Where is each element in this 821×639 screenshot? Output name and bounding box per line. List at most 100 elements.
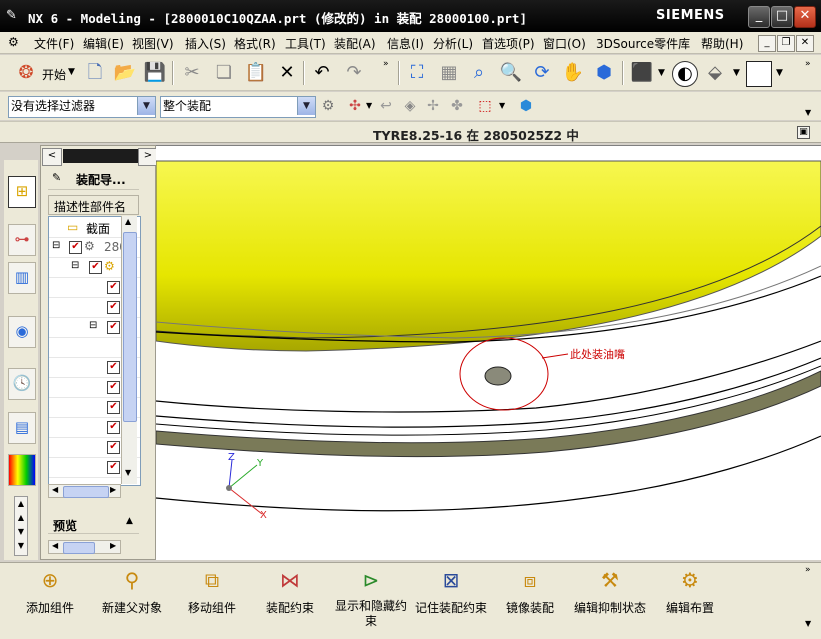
scroll-left-icon[interactable]: ◀ (52, 541, 58, 550)
history-icon[interactable]: 🕓 (8, 368, 36, 400)
menu-3dsource[interactable]: 3DSource零件库 (596, 35, 690, 52)
scroll-thumb[interactable] (123, 232, 137, 422)
reuse-library-icon[interactable]: ▥ (8, 262, 36, 294)
menu-file[interactable]: 文件(F) (34, 35, 74, 52)
copy-icon[interactable]: ❏ (212, 61, 236, 85)
chevron-down-icon[interactable]: ▼ (137, 97, 155, 115)
intersection-icon[interactable]: ✤ (445, 94, 469, 118)
menu-tools[interactable]: 工具(T) (285, 35, 326, 52)
color-dropdown-icon[interactable]: ▼ (776, 68, 783, 78)
background-icon[interactable]: ⬙ (703, 61, 727, 85)
checkbox-icon[interactable]: ✔ (69, 241, 82, 254)
snap-dropdown-icon[interactable]: ▼ (366, 101, 372, 110)
graphics-viewport[interactable]: 此处装油嘴 Y Z X (156, 145, 821, 560)
show-hide-constraints-button[interactable]: ⊳ 显示和隐藏约束 (333, 567, 409, 629)
model-view[interactable]: 此处装油嘴 Y Z X (156, 146, 821, 560)
part-navigator-icon[interactable]: ⊶ (8, 224, 36, 256)
menu-help[interactable]: 帮助(H) (701, 35, 743, 52)
chevron-down-icon[interactable]: ▼ (297, 97, 315, 115)
checkbox-icon[interactable]: ✔ (107, 401, 120, 414)
render-style-dropdown-icon[interactable]: ▼ (658, 68, 665, 78)
zoom-window-icon[interactable]: ▦ (437, 61, 461, 85)
preview-header[interactable]: 预览 ▲ (48, 514, 139, 534)
toolbar-overflow-icon[interactable]: » (805, 565, 811, 575)
start-dropdown-icon[interactable]: ▼ (68, 67, 75, 77)
select-features-icon[interactable]: ⚙ (316, 94, 340, 118)
app-menu-icon[interactable]: ⚙ (8, 35, 19, 49)
pan-icon[interactable]: ✋ (561, 61, 585, 85)
checkbox-icon[interactable]: ✔ (107, 441, 120, 454)
tree-horizontal-scrollbar[interactable]: ◀ ▶ (48, 484, 121, 498)
checkbox-icon[interactable]: ✔ (107, 301, 120, 314)
scroll-right-button[interactable]: > (138, 148, 158, 166)
point-rule-icon[interactable]: ✢ (421, 94, 445, 118)
scroll-right-icon[interactable]: ▶ (110, 485, 116, 494)
menu-view[interactable]: 视图(V) (132, 35, 174, 52)
mdi-close-button[interactable]: ✕ (796, 35, 814, 52)
maximize-button[interactable]: □ (771, 6, 793, 28)
checkbox-icon[interactable]: ✔ (107, 281, 120, 294)
open-folder-icon[interactable]: 📂 (113, 61, 137, 85)
toolbar-overflow-icon[interactable]: » (805, 59, 811, 69)
menu-analysis[interactable]: 分析(L) (433, 35, 473, 52)
tree-vertical-scrollbar[interactable]: ▲ ▼ (121, 216, 137, 484)
palette-icon[interactable] (8, 454, 36, 486)
menu-edit[interactable]: 编辑(E) (83, 35, 124, 52)
snap-point-icon[interactable]: ✣ (343, 94, 367, 118)
close-button[interactable]: ✕ (794, 6, 816, 28)
collapse-icon[interactable]: ⊟ (89, 320, 97, 331)
tyre-surface[interactable] (156, 160, 821, 352)
edit-suppression-button[interactable]: ⚒ 编辑抑制状态 (572, 567, 648, 616)
web-browser-icon[interactable]: ◉ (8, 316, 36, 348)
mirror-assembly-button[interactable]: ⧈ 镜像装配 (502, 567, 558, 616)
edit-arrangement-button[interactable]: ⚙ 编辑布置 (662, 567, 718, 616)
new-parent-button[interactable]: ⚲ 新建父对象 (97, 567, 167, 616)
display-mode-icon[interactable]: ◐ (672, 61, 698, 87)
assembly-scope-select[interactable]: 整个装配 ▼ (160, 96, 316, 118)
menu-assembly[interactable]: 装配(A) (334, 35, 376, 52)
system-materials-icon[interactable]: ▤ (8, 412, 36, 444)
collapse-icon[interactable]: ⊟ (52, 240, 60, 251)
checkbox-icon[interactable]: ✔ (107, 461, 120, 474)
zoom-icon[interactable]: 🔍 (499, 61, 523, 85)
menu-insert[interactable]: 插入(S) (185, 35, 226, 52)
face-rule-icon[interactable]: ◈ (398, 94, 422, 118)
toolbar-overflow-icon[interactable]: » (383, 59, 389, 69)
assembly-navigator-icon[interactable]: ⊞ (8, 176, 36, 208)
valve-hole[interactable] (484, 366, 512, 386)
cut-icon[interactable]: ✂ (180, 61, 204, 85)
move-component-button[interactable]: ⧉ 移动组件 (184, 567, 240, 616)
menu-window[interactable]: 窗口(O) (543, 35, 586, 52)
resource-scroll[interactable]: ▲ ▲ ▼ ▼ (14, 496, 28, 556)
preview-collapse-icon[interactable]: ▲ (126, 516, 133, 526)
scroll-left-button[interactable]: < (42, 148, 62, 166)
column-header[interactable]: 描述性部件名 (48, 195, 139, 215)
fit-view-icon[interactable]: ⛶ (405, 61, 429, 85)
panel-drag-handle[interactable] (63, 149, 139, 163)
collapse-icon[interactable]: ⊟ (71, 260, 79, 271)
scroll-thumb[interactable] (63, 486, 109, 498)
perspective-icon[interactable]: ⬢ (592, 61, 616, 85)
start-menu-label[interactable]: 开始 (42, 66, 66, 83)
rotate-icon[interactable]: ⟳ (530, 61, 554, 85)
new-file-icon[interactable]: 🗋 (83, 61, 107, 85)
zoom-area-icon[interactable]: ⌕ (467, 61, 491, 85)
paste-icon[interactable]: 📋 (244, 61, 268, 85)
checkbox-icon[interactable]: ✔ (89, 261, 102, 274)
checkbox-icon[interactable]: ✔ (107, 321, 120, 334)
scroll-thumb[interactable] (63, 542, 95, 554)
delete-icon[interactable]: ✕ (275, 61, 299, 85)
pin-icon[interactable]: ✎ (52, 171, 61, 184)
component-filter-icon[interactable]: ⬢ (514, 94, 538, 118)
scroll-right-icon[interactable]: ▶ (110, 541, 116, 550)
scroll-up-icon[interactable]: ▲ (125, 217, 131, 226)
menu-format[interactable]: 格式(R) (234, 35, 276, 52)
toolbar-options-icon[interactable]: ▼ (805, 619, 811, 628)
undo-icon[interactable]: ↶ (310, 61, 334, 85)
color-swatch-icon[interactable] (746, 61, 772, 87)
menu-preferences[interactable]: 首选项(P) (482, 35, 535, 52)
remember-constraints-button[interactable]: ⊠ 记住装配约束 (413, 567, 489, 616)
box-select-icon[interactable]: ⬚ (473, 94, 497, 118)
redo-icon[interactable]: ↷ (342, 61, 366, 85)
curve-rule-icon[interactable]: ↩ (374, 94, 398, 118)
